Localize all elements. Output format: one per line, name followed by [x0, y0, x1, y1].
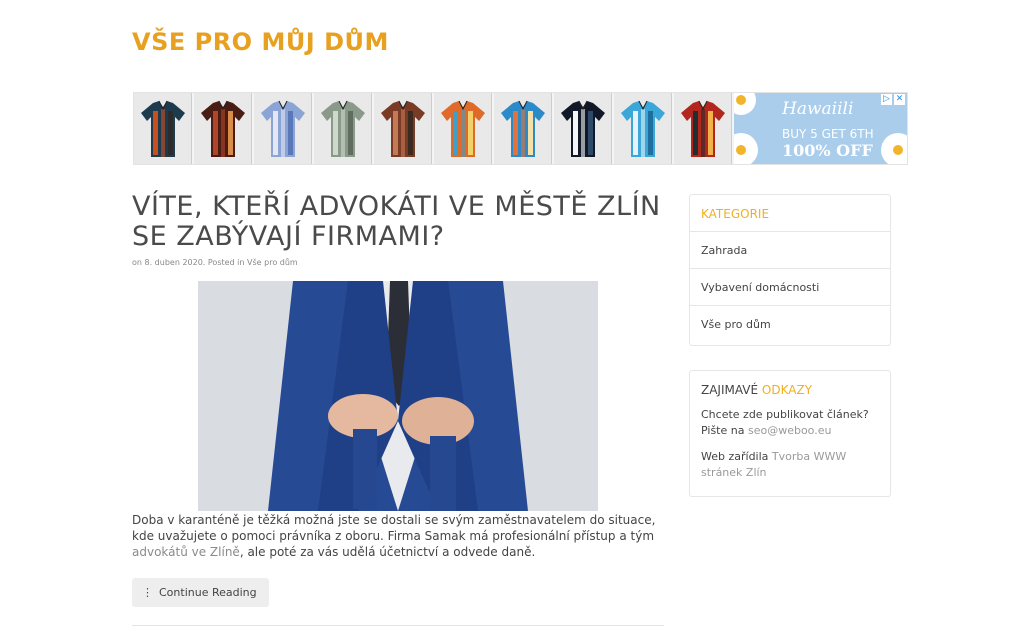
shirt-icon — [140, 100, 185, 157]
category-item-zahrada[interactable]: Zahrada — [690, 231, 890, 268]
ad-brand: Hawaiili — [782, 99, 854, 119]
close-icon[interactable]: ✕ — [894, 94, 905, 105]
article-title[interactable]: VÍTE, KTEŘÍ ADVOKÁTI VE MĚSTĚ ZLÍN SE ZA… — [132, 192, 672, 252]
shirt-thumbnail[interactable] — [494, 93, 552, 164]
category-item-vse-pro-dum[interactable]: Vše pro dům — [690, 305, 890, 342]
categories-widget: KATEGORIE Zahrada Vybavení domácnosti Vš… — [689, 194, 891, 346]
flower-center — [893, 145, 903, 155]
publish-info: Chcete zde publikovat článek? Pište na s… — [690, 407, 890, 439]
banner-ad[interactable]: Hawaiili BUY 5 GET 6TH 100% OFF ▷ ✕ — [133, 92, 908, 165]
shirt-thumbnail[interactable] — [374, 93, 432, 164]
shirt-icon — [440, 100, 485, 157]
continue-reading-button[interactable]: ⋮ Continue Reading — [132, 578, 269, 607]
web-credit: Web zařídila Tvorba WWW stránek Zlín — [690, 449, 890, 481]
flower-center — [736, 145, 746, 155]
shirt-thumbnail[interactable] — [614, 93, 672, 164]
article-image[interactable] — [198, 281, 598, 511]
shirt-thumbnail[interactable] — [314, 93, 372, 164]
shirt-icon — [200, 100, 245, 157]
web-credit-text: Web zařídila — [701, 450, 772, 463]
ad-promo[interactable]: Hawaiili BUY 5 GET 6TH 100% OFF ▷ ✕ — [734, 93, 907, 164]
menu-dots-icon: ⋮ — [142, 586, 153, 599]
shirt-icon — [320, 100, 365, 157]
shirt-icon — [260, 100, 305, 157]
shirt-icon — [680, 100, 725, 157]
shirt-icon — [620, 100, 665, 157]
shirt-thumbnail[interactable] — [554, 93, 612, 164]
email-link[interactable]: seo@weboo.eu — [748, 424, 831, 437]
shirt-thumbnail[interactable] — [434, 93, 492, 164]
ad-offer-line: BUY 5 GET 6TH — [782, 127, 874, 141]
shirt-icon — [380, 100, 425, 157]
suit-illustration — [198, 281, 598, 511]
continue-reading-label: Continue Reading — [159, 586, 257, 599]
excerpt-text-end: , ale poté za vás udělá účetnictví a odv… — [239, 545, 536, 559]
ad-offer-discount: 100% OFF — [782, 141, 873, 160]
flower-center — [736, 95, 746, 105]
excerpt-text: Doba v karanténě je těžká možná jste se … — [132, 513, 656, 543]
article-category-link[interactable]: Vše pro dům — [247, 258, 298, 267]
shirt-icon — [500, 100, 545, 157]
links-title-part: ZAJIMAVÉ — [701, 383, 762, 397]
article-excerpt: Doba v karanténě je těžká možná jste se … — [132, 512, 667, 560]
ad-choices-icon[interactable]: ▷ — [881, 94, 892, 105]
article-divider — [132, 625, 664, 626]
links-widget: ZAJIMAVÉ ODKAZY Chcete zde publikovat čl… — [689, 370, 891, 497]
excerpt-link[interactable]: advokátů ve Zlíně — [132, 545, 240, 559]
article-date: on 8. duben 2020. Posted in — [132, 258, 248, 267]
shirt-gallery[interactable] — [134, 93, 734, 164]
links-title-accent: ODKAZY — [761, 383, 813, 397]
category-item-vybaveni[interactable]: Vybavení domácnosti — [690, 268, 890, 305]
categories-title: KATEGORIE — [701, 207, 770, 221]
shirt-thumbnail[interactable] — [134, 93, 192, 164]
site-title[interactable]: VŠE PRO MŮJ DŮM — [132, 28, 389, 56]
links-title: ZAJIMAVÉ ODKAZY — [690, 371, 890, 407]
shirt-thumbnail[interactable] — [674, 93, 732, 164]
shirt-thumbnail[interactable] — [254, 93, 312, 164]
ad-controls: ▷ ✕ — [881, 94, 905, 105]
article-meta: on 8. duben 2020. Posted in Vše pro dům — [132, 258, 298, 267]
shirt-thumbnail[interactable] — [194, 93, 252, 164]
shirt-icon — [560, 100, 605, 157]
